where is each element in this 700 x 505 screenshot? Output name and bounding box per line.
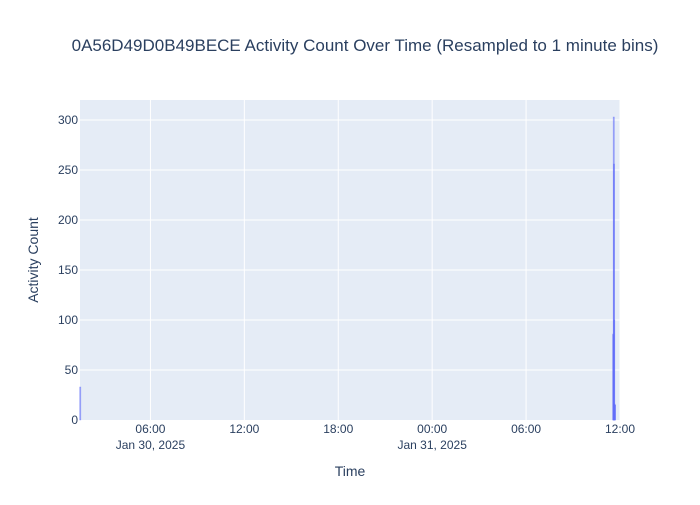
x-tick-date-label: Jan 31, 2025: [397, 438, 467, 452]
x-axis-ticks: 06:00 Jan 30, 2025 12:00 18:00 00:00 Jan 31, …: [116, 422, 636, 452]
chart-container: 0A56D49D0B49BECE Activity Count Over Tim…: [0, 0, 700, 500]
y-axis-ticks: 0 50 100 150 200 250 300: [58, 113, 78, 427]
x-tick-label: 12:00: [229, 422, 259, 436]
y-axis-title: Activity Count: [25, 217, 41, 303]
chart-svg: 0A56D49D0B49BECE Activity Count Over Tim…: [25, 36, 659, 479]
x-tick-label: 00:00: [417, 422, 447, 436]
y-tick-label: 300: [58, 113, 78, 127]
bar[interactable]: [79, 386, 82, 421]
x-tick-label: 06:00: [135, 422, 165, 436]
y-tick-label: 100: [58, 313, 78, 327]
x-tick-label: 18:00: [323, 422, 353, 436]
x-tick-label: 12:00: [605, 422, 635, 436]
y-tick-label: 250: [58, 163, 78, 177]
x-tick-date-label: Jan 30, 2025: [116, 438, 186, 452]
y-tick-label: 200: [58, 213, 78, 227]
chart-title: 0A56D49D0B49BECE Activity Count Over Tim…: [72, 36, 659, 55]
bar[interactable]: [614, 404, 616, 421]
y-tick-label: 0: [71, 413, 78, 427]
y-tick-label: 50: [65, 363, 79, 377]
y-tick-label: 150: [58, 263, 78, 277]
plot-area: [80, 100, 620, 420]
x-axis-title: Time: [335, 463, 366, 479]
x-tick-label: 06:00: [511, 422, 541, 436]
